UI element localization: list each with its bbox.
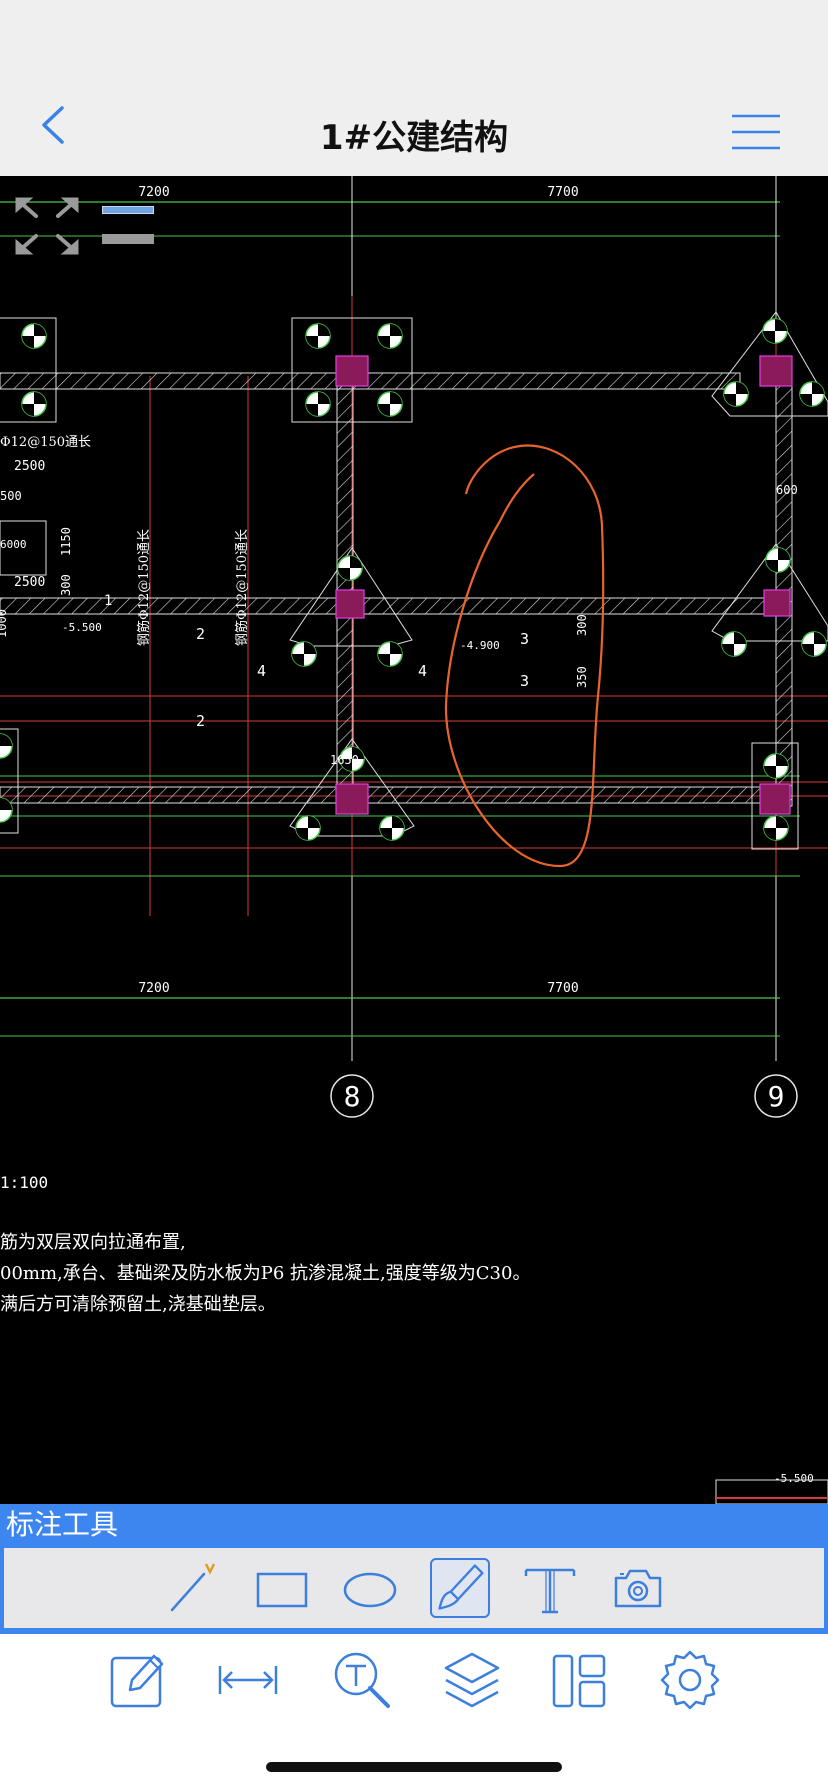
section-1: 1	[104, 593, 112, 609]
annotation-toolbar	[0, 1546, 828, 1634]
dim-2500-a: 2500	[14, 459, 45, 474]
pile-symbol	[763, 753, 789, 779]
beam-middle	[0, 597, 791, 615]
section-2b: 2	[196, 712, 205, 730]
elevation-3: -5.500	[774, 1472, 814, 1485]
pile-symbol	[337, 555, 363, 581]
dim-bottom-1: 7200	[138, 981, 169, 996]
layers-button[interactable]	[440, 1648, 504, 1712]
cad-drawing-canvas[interactable]: 7200 7700 7200 7700 8 9 Φ12@150通长 2500 5…	[0, 176, 828, 1504]
pile-symbol	[765, 547, 791, 573]
text-search-button[interactable]	[330, 1648, 394, 1712]
line-width-indicator[interactable]	[102, 206, 154, 214]
layout-icon	[552, 1654, 606, 1708]
scale-label: 1:100	[0, 1173, 48, 1192]
elevation-1: -5.500	[62, 621, 102, 634]
pile-symbol	[799, 381, 825, 407]
fullscreen-toggle-button[interactable]	[14, 196, 80, 256]
edit-button[interactable]	[106, 1648, 170, 1712]
dim-350: 350	[575, 666, 589, 688]
pile-symbol	[377, 391, 403, 417]
dim-500: 500	[0, 489, 22, 503]
ellipse-tool-button[interactable]	[340, 1558, 400, 1618]
rectangle-tool-button[interactable]	[252, 1558, 312, 1618]
camera-button[interactable]	[608, 1558, 668, 1618]
brush-tool-icon	[438, 1564, 484, 1610]
measure-button[interactable]	[216, 1648, 280, 1712]
ellipse-tool-icon	[343, 1572, 397, 1608]
dim-2500-b: 2500	[14, 575, 45, 590]
dim-1000: 1000	[0, 609, 9, 638]
section-4b: 4	[418, 662, 427, 680]
pile-symbol	[721, 631, 747, 657]
settings-button[interactable]	[658, 1648, 722, 1712]
pile-symbol	[801, 631, 827, 657]
dim-1150: 1150	[59, 527, 73, 556]
menu-button[interactable]	[730, 112, 782, 152]
piles	[0, 318, 827, 841]
annotation-toolbar-title: 标注工具	[0, 1504, 828, 1546]
status-bar	[0, 0, 828, 68]
line-tool-button[interactable]	[164, 1558, 224, 1618]
pile-symbol	[762, 318, 788, 344]
dim-1650: 1650	[330, 753, 359, 767]
section-4a: 4	[257, 662, 266, 680]
dim-600: 600	[776, 483, 798, 497]
dim-top-1: 7200	[138, 185, 169, 200]
pile-symbol	[305, 323, 331, 349]
beam-bottom	[0, 786, 761, 804]
note-line-1: 筋为双层双向拉通布置,	[0, 1232, 186, 1253]
pile-symbol	[377, 323, 403, 349]
layers-icon	[444, 1652, 500, 1708]
navbar: 1#公建结构	[0, 68, 828, 177]
text-tool-button[interactable]	[520, 1558, 580, 1618]
pile-symbol	[305, 391, 331, 417]
rebar-note-3: Φ12@150通长	[0, 435, 91, 450]
section-3a: 3	[520, 630, 529, 648]
pile-symbol	[377, 641, 403, 667]
home-indicator	[266, 1762, 562, 1772]
pile-symbol	[723, 381, 749, 407]
line-width-option[interactable]	[102, 234, 154, 244]
measure-icon	[218, 1666, 278, 1694]
layout-button[interactable]	[548, 1648, 612, 1712]
pile-symbol	[295, 815, 321, 841]
pile-symbol	[379, 815, 405, 841]
text-search-icon	[334, 1652, 390, 1708]
line-tool-icon	[170, 1563, 216, 1612]
pile-symbol	[763, 815, 789, 841]
pile-symbol	[21, 391, 47, 417]
expand-arrows-icon	[15, 197, 79, 255]
axis-label-8: 8	[344, 1080, 361, 1113]
camera-icon	[614, 1569, 662, 1608]
section-2a: 2	[196, 625, 205, 643]
dim-300v: 300	[59, 574, 73, 596]
text-tool-icon	[524, 1568, 576, 1614]
axis-label-9: 9	[768, 1080, 785, 1113]
note-line-3: 满后方可清除预留土,浇基础垫层。	[0, 1294, 276, 1315]
section-3b: 3	[520, 672, 529, 690]
rebar-note-1: 钢筋Φ12@150通长	[136, 529, 152, 646]
rebar-note-2: 钢筋Φ12@150通长	[234, 529, 250, 646]
pile-symbol	[291, 641, 317, 667]
dim-300: 300	[575, 614, 589, 636]
elevation-2: -4.900	[460, 639, 500, 652]
brush-tool-button[interactable]	[430, 1558, 490, 1618]
beam-top	[0, 372, 741, 390]
pile-symbol	[0, 733, 13, 759]
pile-symbol	[21, 323, 47, 349]
hamburger-menu-icon	[732, 114, 780, 150]
settings-icon	[660, 1650, 720, 1710]
dim-top-2: 7700	[547, 185, 578, 200]
edit-icon	[110, 1654, 164, 1708]
note-line-2: 00mm,承台、基础梁及防水板为P6 抗渗混凝土,强度等级为C30。	[0, 1263, 530, 1284]
dim-bottom-2: 7700	[547, 981, 578, 996]
rectangle-tool-icon	[256, 1572, 308, 1608]
page-title: 1#公建结构	[319, 118, 509, 158]
dim-6000: 6000	[0, 538, 27, 551]
cad-drawing: 7200 7700 7200 7700 8 9 Φ12@150通长 2500 5…	[0, 176, 828, 1504]
